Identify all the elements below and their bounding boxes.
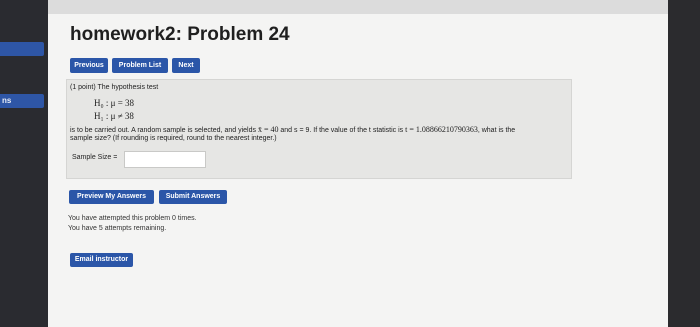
problem-text-line2: sample size? (If rounding is required, r…	[70, 135, 277, 142]
problem-text-line1: is to be carried out. A random sample is…	[70, 125, 515, 134]
page-title: homework2: Problem 24	[70, 24, 290, 45]
problem-text-part: , what is the	[477, 127, 516, 134]
sample-size-input[interactable]	[124, 151, 206, 168]
null-hypothesis: H₀ : μ = 38	[94, 98, 135, 108]
next-button[interactable]: Next	[172, 58, 200, 73]
previous-button[interactable]: Previous	[70, 58, 108, 73]
preview-answers-button[interactable]: Preview My Answers	[69, 190, 154, 204]
problem-text-part: is to be carried out. A random sample is…	[70, 127, 258, 134]
submit-answers-button[interactable]: Submit Answers	[159, 190, 227, 204]
attempts-remaining: You have 5 attempts remaining.	[68, 225, 167, 232]
t-statistic: t = 1.08866210790363	[405, 125, 478, 134]
sidebar-nav-item[interactable]	[0, 42, 44, 56]
email-instructor-button[interactable]: Email instructor	[70, 253, 133, 267]
attempts-status: You have attempted this problem 0 times.	[68, 215, 197, 222]
top-strip	[48, 0, 668, 14]
sidebar-nav-item-active[interactable]: ns	[0, 94, 44, 108]
problem-intro: (1 point) The hypothesis test	[70, 84, 159, 91]
alternative-hypothesis: H₁ : μ ≠ 38	[94, 111, 134, 121]
left-sidebar: ns	[0, 0, 48, 327]
right-edge	[668, 0, 700, 327]
sample-mean: x̄ = 40	[257, 125, 279, 134]
problem-text-part: and s = 9. If the value of the t statist…	[278, 127, 406, 134]
sample-size-label: Sample Size =	[72, 154, 118, 161]
problem-list-button[interactable]: Problem List	[112, 58, 168, 73]
